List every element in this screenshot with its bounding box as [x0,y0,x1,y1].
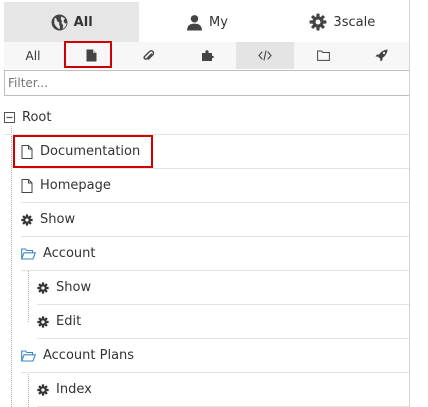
filter-all-label: All [25,48,41,63]
gear-icon [37,281,49,294]
tree-guide-line [28,372,29,407]
file-icon [21,144,33,159]
tab-my-label: My [209,14,228,30]
tree-item-account-plans[interactable]: Account Plans [21,339,410,373]
code-icon [258,50,272,61]
file-icon [86,49,96,62]
filter-all-button[interactable]: All [4,42,62,69]
collapse-icon[interactable] [4,112,15,123]
tree-item-account-edit[interactable]: Edit [37,305,410,339]
filter-sections-button[interactable] [294,42,352,69]
tab-my[interactable]: My [139,2,275,42]
folder-open-icon [21,247,36,260]
puzzle-icon [201,50,214,61]
user-icon [187,14,202,30]
tree-item-show[interactable]: Show [21,203,410,237]
panel-divider [409,0,410,407]
tab-3scale-label: 3scale [333,14,376,30]
file-icon [21,178,33,193]
scope-tabs: All My 3scale [4,2,410,42]
tab-all[interactable]: All [4,2,140,42]
tab-3scale[interactable]: 3scale [274,2,410,42]
filter-portlets-button[interactable] [352,42,410,69]
tree-item-account-plans-index[interactable]: Index [37,373,410,407]
tree-item-root[interactable]: Root [4,101,410,135]
filter-layouts-button[interactable] [236,42,294,69]
tree-item-label: Homepage [40,178,111,193]
type-filter-bar: All [4,42,410,69]
filter-pages-button[interactable] [62,42,120,69]
tree-item-label: Edit [56,314,82,329]
tree-item-homepage[interactable]: Homepage [21,169,410,203]
tree-item-label: Root [22,110,52,125]
gear-icon [37,315,49,328]
filter-files-button[interactable] [120,42,178,69]
rocket-icon [375,49,387,62]
filter-partials-button[interactable] [178,42,236,69]
cms-tree: Root Documentation Homepage Show Account… [4,100,410,407]
tree-item-label: Show [40,212,76,227]
tree-item-account[interactable]: Account [21,237,410,271]
tab-all-label: All [73,14,93,30]
globe-icon [51,14,68,30]
paperclip-icon [143,49,155,60]
tree-item-documentation[interactable]: Documentation [21,135,410,169]
gear-icon [21,213,33,226]
tree-item-label: Show [56,280,92,295]
tree-guide-line [28,270,29,322]
tree-item-label: Account Plans [43,348,135,363]
tree-item-label: Account [43,246,96,261]
folder-icon [316,50,330,61]
tree-item-account-show[interactable]: Show [37,271,410,305]
gear-icon [37,383,49,396]
tree-item-label: Index [56,382,92,397]
tree-guide-line [11,126,12,407]
filter-input[interactable] [4,70,410,96]
gear-icon [309,13,327,31]
cms-sidebar: All My 3scale All Filter... Root Documen… [4,0,410,407]
tree-item-label: Documentation [40,144,141,159]
folder-open-icon [21,349,36,362]
